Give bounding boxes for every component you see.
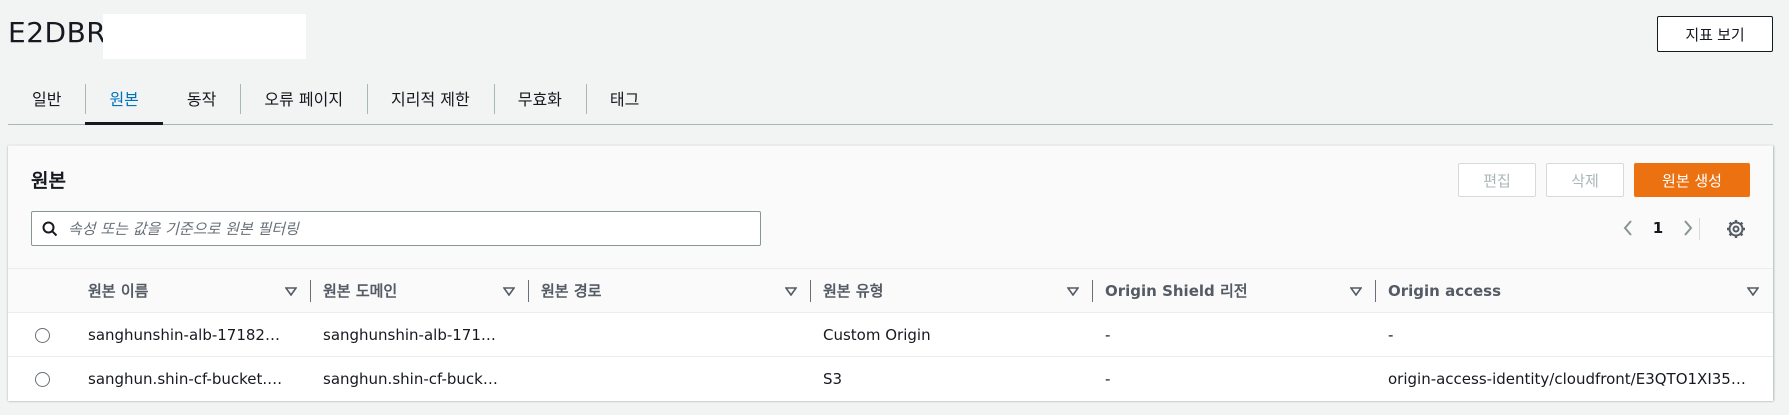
tab-error-pages[interactable]: 오류 페이지 <box>240 72 367 124</box>
origins-panel: 원본 편집 삭제 원본 생성 1 <box>8 145 1773 401</box>
tab-tags[interactable]: 태그 <box>585 72 663 124</box>
cell-origin-domain: sanghun.shin-cf-buck… <box>323 369 498 388</box>
delete-button[interactable]: 삭제 <box>1546 163 1624 197</box>
row-select-cell <box>8 357 76 401</box>
pagination: 1 <box>1613 212 1703 244</box>
cell-origin-path <box>529 313 811 357</box>
sort-down-icon[interactable] <box>1066 282 1080 300</box>
table-row[interactable]: sanghunshin-alb-17182… sanghunshin-alb-1… <box>8 312 1773 357</box>
table-row[interactable]: sanghun.shin-cf-bucket.… sanghun.shin-cf… <box>8 356 1773 401</box>
tab-behaviors[interactable]: 동작 <box>163 72 240 124</box>
sort-down-icon[interactable] <box>784 282 798 300</box>
cell-origin-access: - <box>1388 325 1394 344</box>
cell-origin-type: Custom Origin <box>823 325 931 344</box>
page-title: E2DBR <box>8 16 107 49</box>
column-header-origin-access[interactable]: Origin access <box>1376 269 1773 313</box>
column-header-origin-path[interactable]: 원본 경로 <box>529 269 811 313</box>
create-origin-button[interactable]: 원본 생성 <box>1634 163 1750 197</box>
search-icon <box>32 221 68 237</box>
tab-general[interactable]: 일반 <box>8 72 85 124</box>
sort-down-icon[interactable] <box>284 282 298 300</box>
tab-geo-restrictions[interactable]: 지리적 제한 <box>367 72 494 124</box>
column-label: 원본 유형 <box>823 282 884 300</box>
page-number[interactable]: 1 <box>1643 219 1673 237</box>
chevron-left-icon[interactable] <box>1613 213 1643 243</box>
filter-input[interactable] <box>68 219 748 238</box>
redacted-title-area <box>103 14 306 59</box>
row-radio[interactable] <box>34 371 50 387</box>
column-label: 원본 경로 <box>541 282 602 300</box>
cell-origin-path <box>529 357 811 401</box>
tab-origins[interactable]: 원본 <box>85 72 164 125</box>
view-metrics-button[interactable]: 지표 보기 <box>1657 16 1773 52</box>
cell-origin-access: origin-access-identity/cloudfront/E3QTO1… <box>1388 369 1746 388</box>
cell-origin-shield: - <box>1105 369 1111 388</box>
settings-gear-icon[interactable] <box>1723 216 1749 242</box>
column-label: Origin Shield 리전 <box>1105 282 1248 300</box>
cell-origin-name: sanghun.shin-cf-bucket.… <box>88 369 283 388</box>
column-header-origin-name[interactable]: 원본 이름 <box>76 269 311 313</box>
column-label: Origin access <box>1388 281 1502 300</box>
cell-origin-shield: - <box>1105 325 1111 344</box>
filter-search-box[interactable] <box>31 211 761 246</box>
table-header-row: 원본 이름 원본 도메인 원본 경로 원본 유형 Origin Shield 리… <box>8 268 1773 313</box>
row-radio[interactable] <box>34 327 50 343</box>
sort-down-icon[interactable] <box>1349 282 1363 300</box>
panel-title: 원본 <box>31 170 66 192</box>
column-label: 원본 이름 <box>88 282 149 300</box>
select-column-header <box>8 269 76 313</box>
cell-origin-type: S3 <box>823 369 843 388</box>
row-select-cell <box>8 313 76 357</box>
cell-origin-domain: sanghunshin-alb-171… <box>323 325 496 344</box>
column-header-origin-shield[interactable]: Origin Shield 리전 <box>1093 269 1376 313</box>
cell-origin-name: sanghunshin-alb-17182… <box>88 325 280 344</box>
column-label: 원본 도메인 <box>323 282 398 300</box>
column-header-origin-type[interactable]: 원본 유형 <box>811 269 1093 313</box>
column-header-origin-domain[interactable]: 원본 도메인 <box>311 269 529 313</box>
tab-bar: 일반 원본 동작 오류 페이지 지리적 제한 무효화 태그 <box>8 72 1773 125</box>
panel-header: 원본 편집 삭제 원본 생성 1 <box>8 146 1773 268</box>
edit-button[interactable]: 편집 <box>1458 163 1536 197</box>
tab-invalidations[interactable]: 무효화 <box>493 72 586 124</box>
origins-table: 원본 이름 원본 도메인 원본 경로 원본 유형 Origin Shield 리… <box>8 268 1773 401</box>
sort-down-icon[interactable] <box>502 282 516 300</box>
pager-divider <box>1699 218 1700 240</box>
sort-down-icon[interactable] <box>1746 282 1760 300</box>
